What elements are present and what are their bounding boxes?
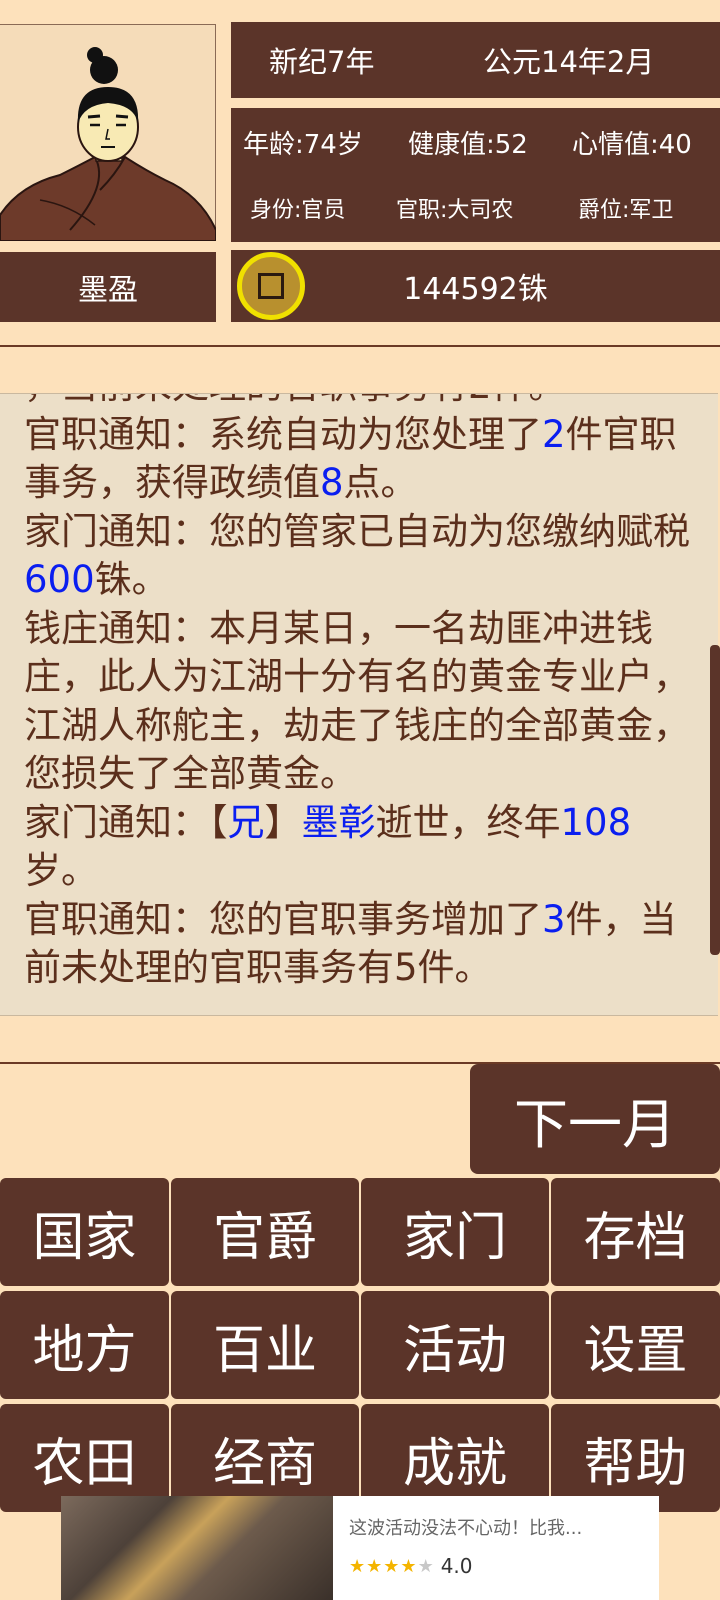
age-stat: 年龄:74岁 bbox=[243, 130, 363, 160]
log-partial-entry: ，当前未处理的官职事务有2件。 bbox=[24, 394, 694, 411]
official-avatar-icon bbox=[0, 47, 217, 242]
next-month-button[interactable]: 下一月 bbox=[470, 1064, 720, 1174]
ad-banner[interactable]: 这波活动没法不心动！比我... ★★★★★ 4.0 bbox=[61, 1496, 659, 1600]
log-text: 钱庄通知：本月某日，一名劫匪冲进钱庄，此人为江湖十分有名的黄金专业户，江湖人称舵… bbox=[24, 606, 690, 796]
ad-rating: ★★★★★ 4.0 bbox=[349, 1554, 473, 1578]
log-text: 岁。 bbox=[24, 849, 98, 892]
star-rating-icon: ★★★★★ bbox=[349, 1555, 435, 1577]
log-text: 逝世，终年 bbox=[375, 800, 561, 844]
character-portrait[interactable] bbox=[0, 24, 217, 242]
calendar-date: 公元14年2月 bbox=[483, 45, 655, 79]
log-text: 】 bbox=[264, 800, 302, 844]
date-bar: 新纪7年 公元14年2月 bbox=[231, 22, 720, 98]
log-highlight: 8 bbox=[320, 461, 344, 504]
log-text: 家门通知：您的管家已自动为您缴纳赋税 bbox=[24, 509, 690, 553]
log-highlight: 600 bbox=[24, 558, 95, 601]
log-entry: 家门通知：【兄】墨彰逝世，终年108 岁。 bbox=[24, 799, 694, 896]
log-entry: 钱庄通知：本月某日，一名劫匪冲进钱庄，此人为江湖十分有名的黄金专业户，江湖人称舵… bbox=[24, 605, 694, 799]
event-log-content: ，当前未处理的官职事务有2件。 官职通知：系统自动为您处理了2件官职事务，获得政… bbox=[24, 394, 694, 993]
log-text: 家门通知：【 bbox=[24, 800, 228, 844]
coin-icon bbox=[237, 252, 305, 320]
log-entry: 官职通知：您的官职事务增加了3件，当前未处理的官职事务有5件。 bbox=[24, 896, 694, 993]
mood-stat: 心情值:40 bbox=[572, 130, 692, 160]
era-year: 新纪7年 bbox=[269, 45, 375, 79]
log-entry: 官职通知：系统自动为您处理了2件官职事务，获得政绩值8点。 bbox=[24, 411, 694, 508]
log-highlight: 兄 bbox=[227, 800, 265, 844]
rank-stat: 爵位:军卫 bbox=[578, 198, 674, 223]
divider bbox=[0, 345, 720, 347]
ad-headline: 这波活动没法不心动！比我... bbox=[349, 1518, 583, 1539]
log-highlight: 2 bbox=[542, 412, 566, 456]
identity-stat: 身份:官员 bbox=[250, 198, 346, 223]
money-bar: 144592铢 bbox=[231, 250, 720, 322]
menu-button-6[interactable]: 百业 bbox=[171, 1291, 359, 1399]
menu-button-2[interactable]: 官爵 bbox=[171, 1178, 359, 1286]
log-highlight: 108 bbox=[560, 800, 632, 844]
event-log[interactable]: ，当前未处理的官职事务有2件。 官职通知：系统自动为您处理了2件官职事务，获得政… bbox=[0, 393, 718, 1016]
office-stat: 官职:大司农 bbox=[396, 198, 514, 223]
ad-rating-value: 4.0 bbox=[440, 1554, 473, 1578]
log-highlight: 墨彰 bbox=[301, 800, 376, 844]
player-name: 墨盈 bbox=[0, 252, 216, 322]
log-text: 官职通知：系统自动为您处理了 bbox=[24, 412, 542, 456]
menu-button-4[interactable]: 存档 bbox=[551, 1178, 720, 1286]
stats-panel: 年龄:74岁 健康值:52 心情值:40 身份:官员 官职:大司农 爵位:军卫 bbox=[231, 108, 720, 242]
log-text: 官职通知：您的官职事务增加了 bbox=[24, 897, 542, 941]
log-highlight: 3 bbox=[542, 897, 566, 941]
log-scrollbar[interactable] bbox=[710, 645, 720, 955]
money-amount: 144592铢 bbox=[403, 272, 548, 307]
menu-button-7[interactable]: 活动 bbox=[361, 1291, 549, 1399]
log-entry: 家门通知：您的管家已自动为您缴纳赋税 600铢。 bbox=[24, 508, 694, 605]
log-text: 铢。 bbox=[94, 558, 169, 601]
menu-button-8[interactable]: 设置 bbox=[551, 1291, 720, 1399]
health-stat: 健康值:52 bbox=[408, 130, 528, 160]
log-text: 点。 bbox=[343, 461, 418, 504]
menu-button-1[interactable]: 国家 bbox=[0, 1178, 169, 1286]
ad-image bbox=[61, 1496, 333, 1600]
menu-button-3[interactable]: 家门 bbox=[361, 1178, 549, 1286]
menu-button-5[interactable]: 地方 bbox=[0, 1291, 169, 1399]
